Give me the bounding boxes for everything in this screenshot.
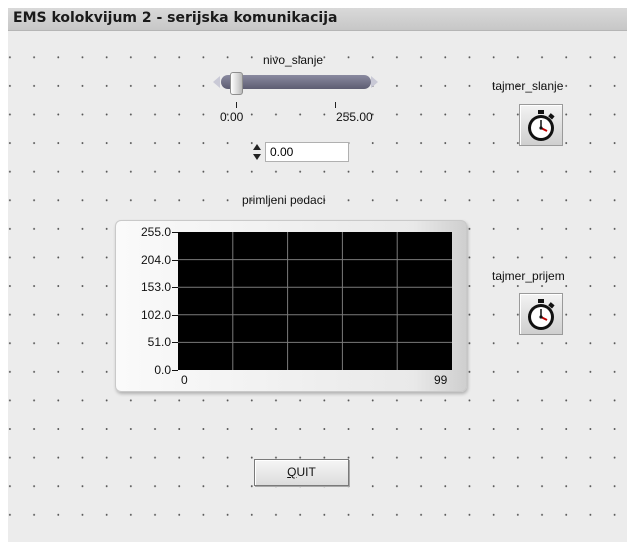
timer-slanje-label: tajmer_slanje: [492, 79, 564, 93]
y-tick-mark: [172, 370, 178, 371]
y-tick-label: 51.0: [147, 335, 171, 350]
increment-arrow-icon[interactable]: [253, 144, 261, 150]
slider-thumb[interactable]: [230, 72, 243, 95]
numeric-value: 0.00: [270, 145, 294, 159]
y-tick-label: 153.0: [140, 280, 171, 295]
slider-max-tick: [335, 102, 336, 108]
timer-prijem-button[interactable]: [519, 293, 563, 335]
window-title: EMS kolokvijum 2 - serijska komunikacija: [13, 10, 338, 26]
stopwatch-icon: [528, 299, 555, 330]
y-tick-mark: [172, 232, 178, 233]
quit-button-mnemonic: Q: [287, 465, 297, 479]
y-tick-mark: [172, 315, 178, 316]
numeric-input[interactable]: 0.00: [265, 142, 349, 162]
chart-title: primljeni podaci: [242, 193, 326, 207]
x-tick-label-min: 0: [181, 373, 188, 387]
y-tick-mark: [172, 260, 178, 261]
y-tick-mark: [172, 287, 178, 288]
y-tick-label: 204.0: [140, 252, 171, 267]
quit-button[interactable]: QUIT: [254, 459, 349, 486]
y-tick-label: 255.0: [140, 225, 171, 239]
slider-label: nivo_slanje: [263, 53, 324, 67]
y-tick-label: 102.0: [140, 307, 171, 322]
quit-button-label: UIT: [296, 465, 316, 479]
stopwatch-icon: [528, 110, 555, 141]
chart-grid: [178, 232, 452, 370]
nivo-slanje-slider[interactable]: [221, 75, 371, 89]
slider-min-tick: [236, 102, 237, 108]
timer-slanje-button[interactable]: [519, 104, 563, 146]
timer-prijem-label: tajmer_prijem: [492, 269, 565, 283]
slider-min-label: 0.00: [220, 110, 244, 124]
title-bar: EMS kolokvijum 2 - serijska komunikacija: [8, 8, 627, 31]
slider-increment-arrow[interactable]: [371, 76, 378, 88]
y-tick-mark: [172, 342, 178, 343]
x-tick-label-max: 99: [434, 373, 448, 387]
slider-max-label: 255.00: [336, 110, 373, 124]
decrement-arrow-icon[interactable]: [253, 154, 261, 160]
slider-decrement-arrow[interactable]: [213, 76, 220, 88]
numeric-increment-decrement[interactable]: [252, 142, 263, 162]
chart-plot-area: [178, 232, 452, 370]
vi-front-panel-window: EMS kolokvijum 2 - serijska komunikacija…: [8, 8, 627, 542]
y-tick-label: 0.0: [154, 363, 171, 377]
